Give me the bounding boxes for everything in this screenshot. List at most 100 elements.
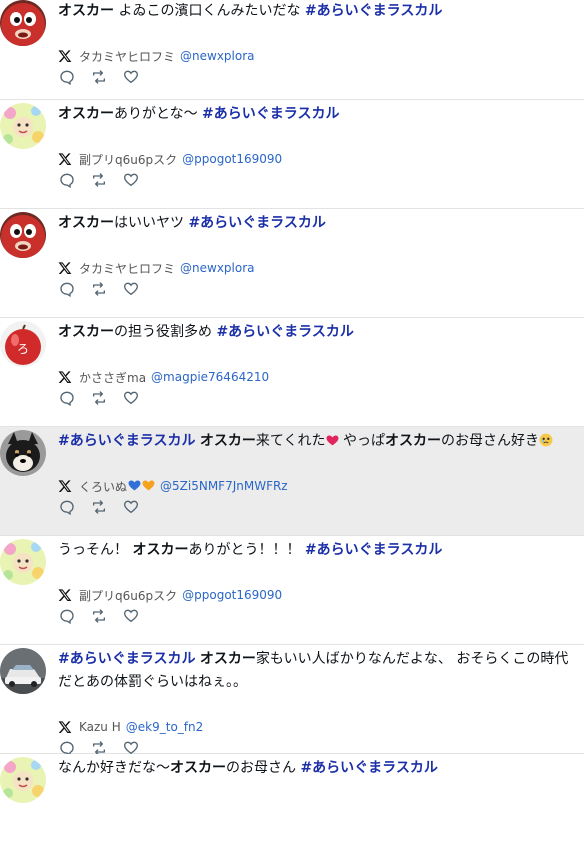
tweet-body: うっそん！ オスカーありがとう！！！ #あらいぐまラスカル: [58, 539, 580, 562]
tweet-meta: 副プリq6u6pスク @ppogot169090: [58, 586, 282, 604]
tweet-card[interactable]: なんか好きだな〜オスカーのお母さん #あらいぐまラスカル: [0, 754, 584, 863]
blue-heart-emoji-icon: [128, 479, 141, 493]
tweet-text-segment: うっそん！: [58, 542, 133, 558]
author-handle[interactable]: @ppogot169090: [182, 588, 282, 602]
tweet-actions: [59, 608, 155, 624]
tweet-body: #あらいぐまラスカル オスカー来てくれた やっぱオスカーのお母さん好き: [58, 430, 580, 453]
tweet-text-segment: のお母さん好き: [440, 433, 539, 449]
reply-icon[interactable]: [59, 390, 75, 406]
tweet-text-segment: の担う役割多め: [114, 324, 217, 340]
hashtag-link[interactable]: #あらいぐまラスカル: [305, 3, 442, 19]
keyword-highlight: オスカー: [58, 324, 114, 340]
tweet-meta: タカミヤヒロフミ @newxplora: [58, 47, 255, 65]
tweet-body: オスカーはいいヤツ #あらいぐまラスカル: [58, 212, 580, 235]
author-handle[interactable]: @magpie76464210: [151, 370, 269, 384]
reply-icon[interactable]: [59, 69, 75, 85]
author-name[interactable]: かささぎma: [79, 369, 146, 386]
tweet-body: なんか好きだな〜オスカーのお母さん #あらいぐまラスカル: [58, 757, 580, 780]
tweet-text-segment: 来てくれた: [255, 433, 326, 449]
keyword-highlight: オスカー: [384, 433, 441, 449]
tweet-text: オスカーの担う役割多め #あらいぐまラスカル: [58, 321, 580, 344]
repost-icon[interactable]: [91, 608, 107, 624]
tweet-card[interactable]: #あらいぐまラスカル オスカー来てくれた やっぱオスカーのお母さん好き くろいぬ @…: [0, 427, 584, 536]
tweet-text-segment: なんか好きだな〜: [58, 760, 170, 776]
like-icon[interactable]: [123, 69, 139, 85]
tweet-feed: オスカー よゐこの濱口くんみたいだな #あらいぐまラスカル タカミヤヒロフミ @ne…: [0, 0, 584, 863]
author-handle[interactable]: @ek9_to_fn2: [126, 720, 203, 734]
repost-icon[interactable]: [91, 390, 107, 406]
tweet-body: オスカーの担う役割多め #あらいぐまラスカル: [58, 321, 580, 344]
like-icon[interactable]: [123, 281, 139, 297]
like-icon[interactable]: [123, 390, 139, 406]
tweet-body: #あらいぐまラスカル オスカー家もいい人ばかりなんだよな、 おそらくこの時代だと…: [58, 648, 580, 694]
tweet-body: オスカー よゐこの濱口くんみたいだな #あらいぐまラスカル: [58, 0, 580, 23]
tweet-text: うっそん！ オスカーありがとう！！！ #あらいぐまラスカル: [58, 539, 580, 562]
like-icon[interactable]: [123, 499, 139, 515]
hashtag-link[interactable]: #あらいぐまラスカル: [202, 106, 339, 122]
author-handle[interactable]: @5Zi5NMF7JnMWFRz: [160, 479, 288, 493]
heart-emoji-icon: [326, 433, 339, 449]
x-logo-icon: [58, 588, 72, 602]
tweet-text: オスカーはいいヤツ #あらいぐまラスカル: [58, 212, 580, 235]
keyword-highlight: オスカー: [58, 3, 114, 19]
author-name[interactable]: Kazu H: [79, 720, 121, 734]
reply-icon[interactable]: [59, 172, 75, 188]
x-logo-icon: [58, 479, 72, 493]
tweet-card[interactable]: ろ オスカーの担う役割多め #あらいぐまラスカルかささぎma @magpie764…: [0, 318, 584, 427]
author-handle[interactable]: @ppogot169090: [182, 152, 282, 166]
hashtag-link[interactable]: #あらいぐまラスカル: [216, 324, 353, 340]
tweet-meta: 副プリq6u6pスク @ppogot169090: [58, 150, 282, 168]
author-name[interactable]: くろいぬ: [79, 478, 127, 495]
teary-face-emoji-icon: [539, 433, 553, 449]
reply-icon[interactable]: [59, 499, 75, 515]
hashtag-link[interactable]: #あらいぐまラスカル: [58, 433, 195, 449]
tweet-text-segment: よゐこの濱口くんみたいだな: [114, 3, 305, 19]
svg-text:ろ: ろ: [17, 342, 29, 356]
tweet-actions: [59, 172, 155, 188]
tweet-text-segment: はいいヤツ: [114, 215, 189, 231]
repost-icon[interactable]: [91, 172, 107, 188]
tweet-card[interactable]: オスカー よゐこの濱口くんみたいだな #あらいぐまラスカルタカミヤヒロフミ @ne…: [0, 0, 584, 100]
avatar[interactable]: [0, 0, 46, 46]
like-icon[interactable]: [123, 172, 139, 188]
tweet-actions: [59, 281, 155, 297]
avatar[interactable]: [0, 430, 46, 476]
avatar[interactable]: [0, 212, 46, 258]
orange-heart-emoji-icon: [142, 479, 155, 493]
repost-icon[interactable]: [91, 69, 107, 85]
tweet-card[interactable]: #あらいぐまラスカル オスカー家もいい人ばかりなんだよな、 おそらくこの時代だと…: [0, 645, 584, 756]
author-name[interactable]: タカミヤヒロフミ: [79, 260, 175, 277]
hashtag-link[interactable]: #あらいぐまラスカル: [300, 760, 437, 776]
hashtag-link[interactable]: #あらいぐまラスカル: [188, 215, 325, 231]
avatar[interactable]: [0, 103, 46, 149]
tweet-text-segment: ありがとう！！！: [188, 542, 305, 558]
tweet-text: #あらいぐまラスカル オスカー来てくれた やっぱオスカーのお母さん好き: [58, 430, 580, 453]
tweet-text: オスカーありがとな〜 #あらいぐまラスカル: [58, 103, 580, 126]
keyword-highlight: オスカー: [132, 542, 189, 558]
tweet-meta: Kazu H @ek9_to_fn2: [58, 718, 203, 736]
keyword-highlight: オスカー: [199, 651, 256, 667]
repost-icon[interactable]: [91, 281, 107, 297]
avatar[interactable]: [0, 648, 46, 694]
avatar[interactable]: [0, 757, 46, 803]
hashtag-link[interactable]: #あらいぐまラスカル: [305, 542, 442, 558]
avatar[interactable]: ろ: [0, 321, 46, 367]
tweet-card[interactable]: うっそん！ オスカーありがとう！！！ #あらいぐまラスカル副プリq6u6pスク @…: [0, 536, 584, 645]
author-handle[interactable]: @newxplora: [180, 49, 254, 63]
tweet-text: #あらいぐまラスカル オスカー家もいい人ばかりなんだよな、 おそらくこの時代だと…: [58, 648, 580, 694]
like-icon[interactable]: [123, 608, 139, 624]
tweet-card[interactable]: オスカーはいいヤツ #あらいぐまラスカルタカミヤヒロフミ @newxplora: [0, 209, 584, 318]
author-handle[interactable]: @newxplora: [180, 261, 254, 275]
tweet-card[interactable]: オスカーありがとな〜 #あらいぐまラスカル副プリq6u6pスク @ppogot16…: [0, 100, 584, 209]
hashtag-link[interactable]: #あらいぐまラスカル: [58, 651, 195, 667]
reply-icon[interactable]: [59, 281, 75, 297]
keyword-highlight: オスカー: [170, 760, 226, 776]
reply-icon[interactable]: [59, 608, 75, 624]
x-logo-icon: [58, 370, 72, 384]
author-name[interactable]: 副プリq6u6pスク: [79, 587, 177, 604]
avatar[interactable]: [0, 539, 46, 585]
keyword-highlight: オスカー: [58, 215, 114, 231]
repost-icon[interactable]: [91, 499, 107, 515]
author-name[interactable]: 副プリq6u6pスク: [79, 151, 177, 168]
author-name[interactable]: タカミヤヒロフミ: [79, 48, 175, 65]
